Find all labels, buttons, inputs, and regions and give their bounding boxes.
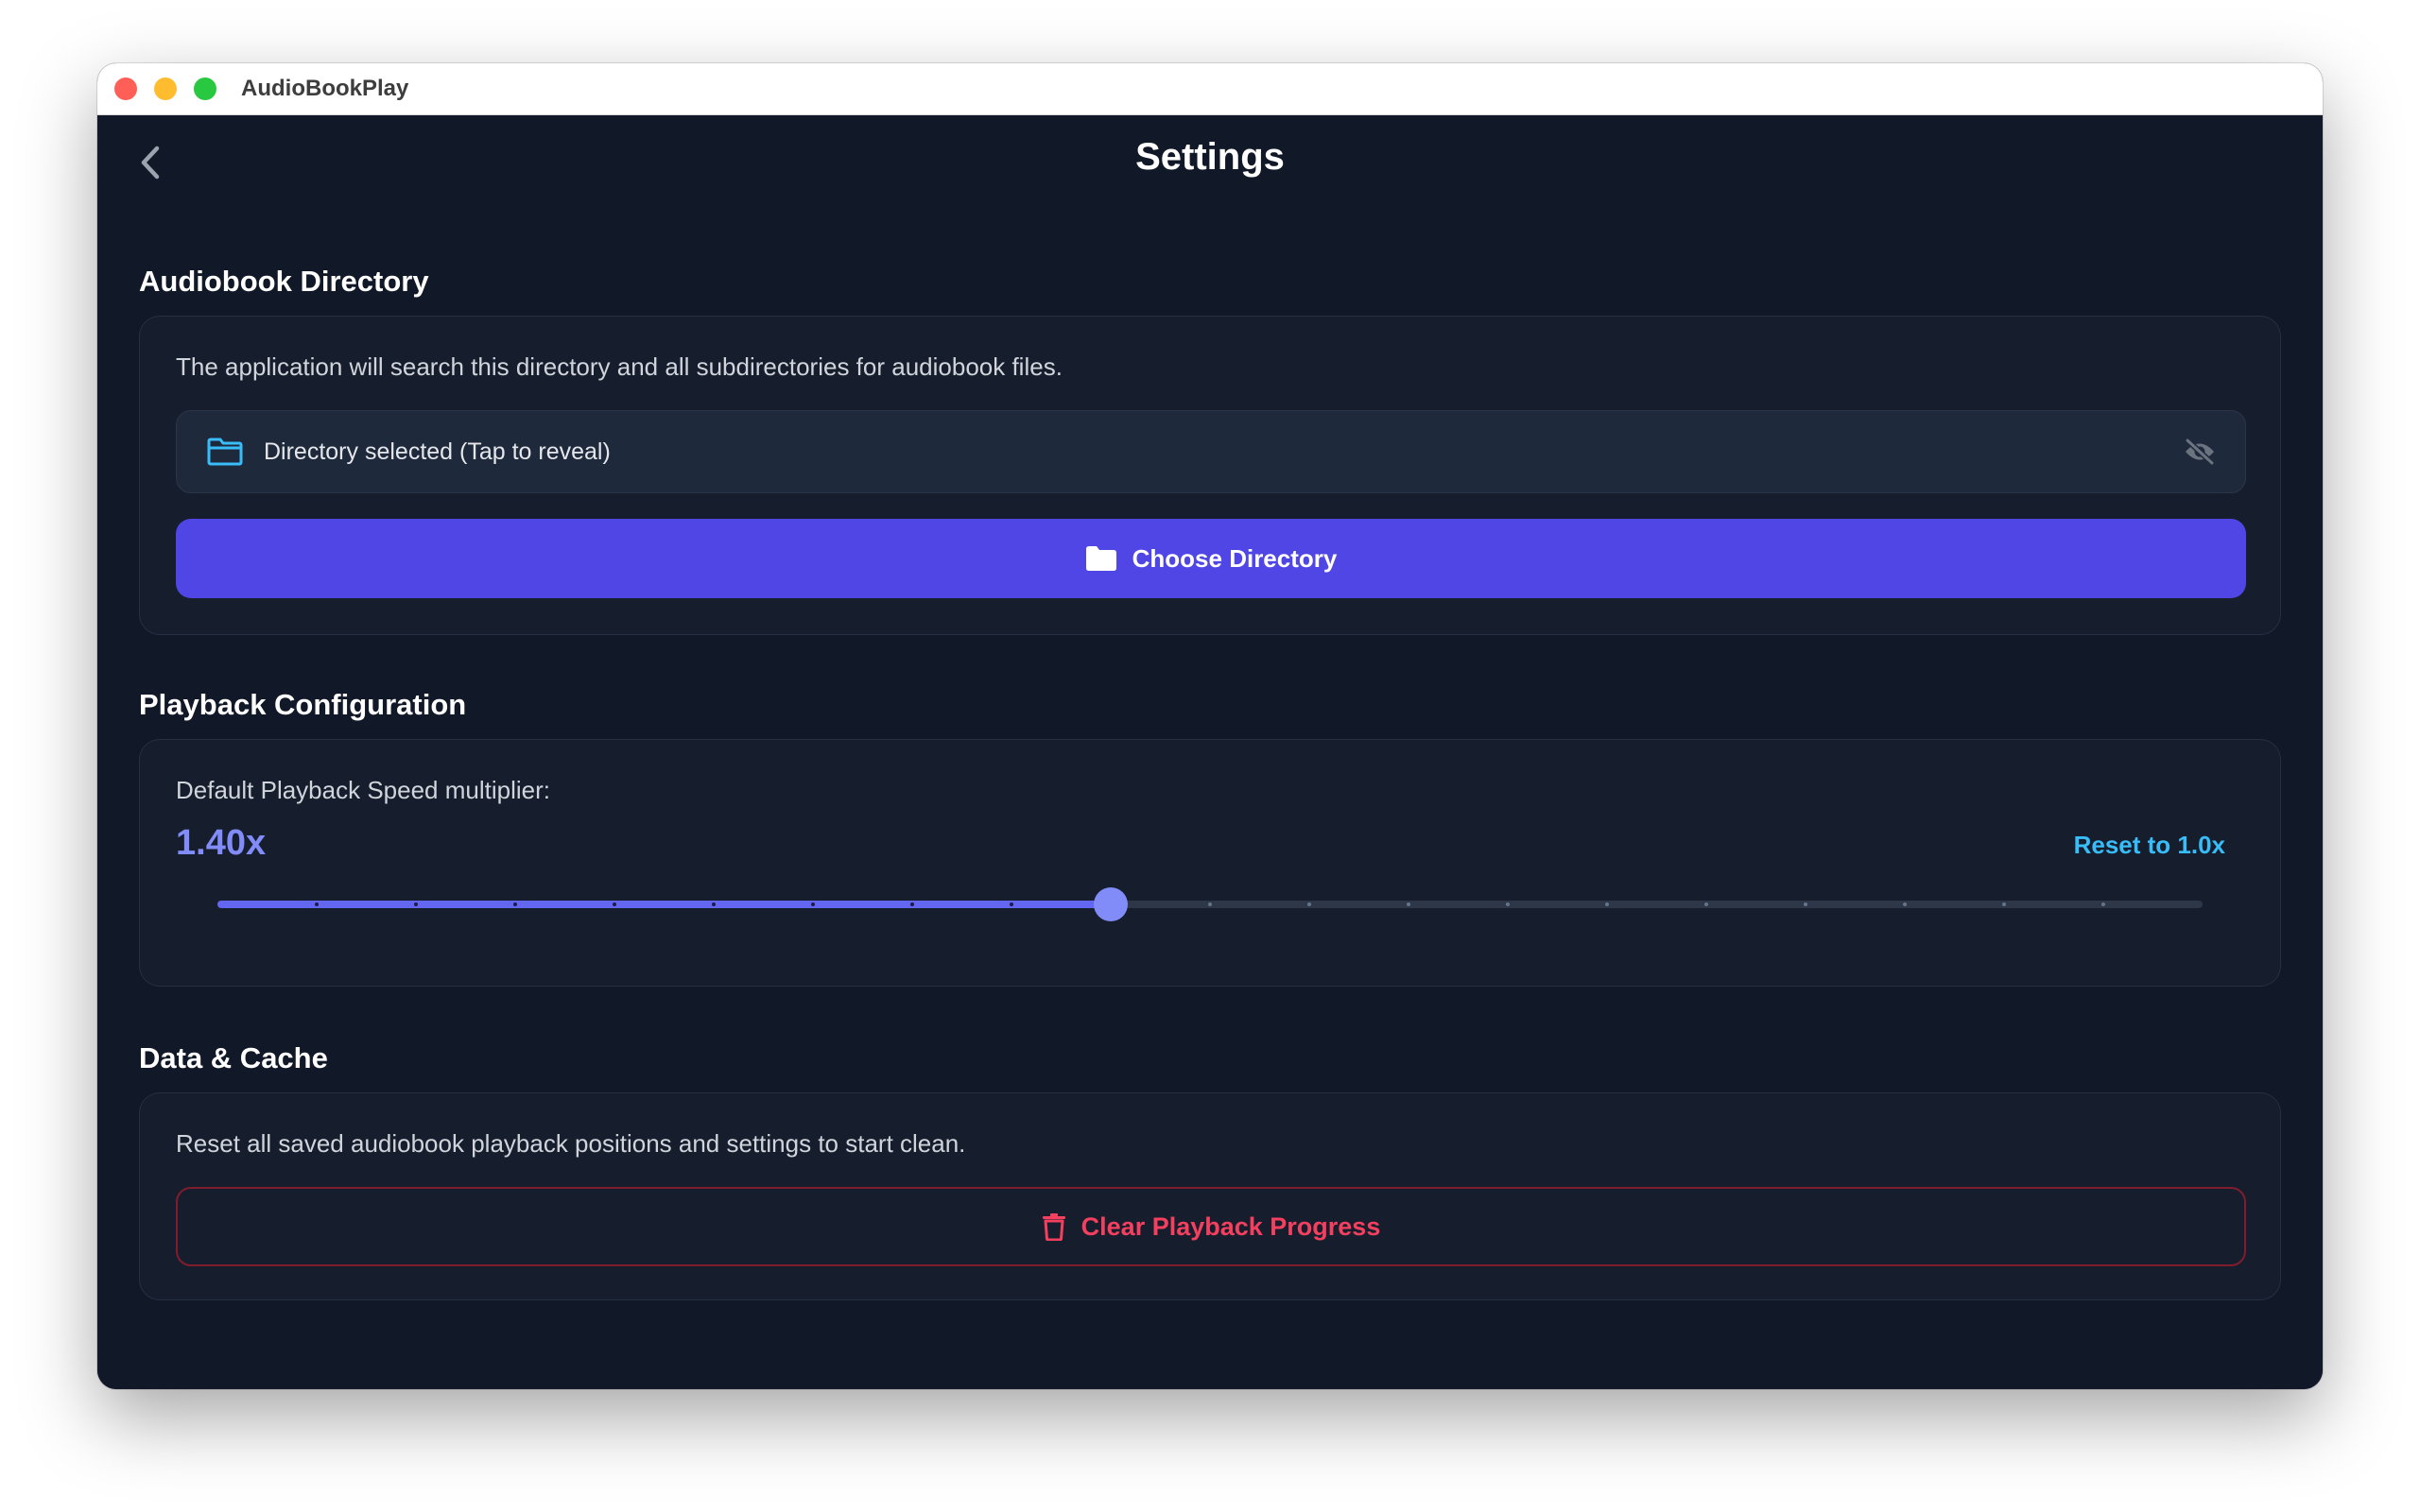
directory-card: The application will search this directo… <box>139 316 2281 635</box>
choose-directory-button[interactable]: Choose Directory <box>176 519 2246 598</box>
slider-tick <box>1307 902 1311 906</box>
clear-progress-button[interactable]: Clear Playback Progress <box>176 1187 2246 1266</box>
slider-tick <box>1208 902 1212 906</box>
page-title: Settings <box>1135 136 1285 178</box>
data-description: Reset all saved audiobook playback posit… <box>176 1129 966 1158</box>
slider-tick <box>811 902 815 906</box>
section-title-directory: Audiobook Directory <box>139 265 429 298</box>
speed-value: 1.40x <box>176 823 267 863</box>
slider-tick <box>2002 902 2006 906</box>
window-title: AudioBookPlay <box>241 76 409 101</box>
settings-page: Settings Audiobook Directory The applica… <box>97 115 2323 1389</box>
slider-tick <box>712 902 716 906</box>
slider-tick <box>1903 902 1907 906</box>
slider-tick <box>1407 902 1410 906</box>
slider-tick <box>414 902 418 906</box>
slider-tick <box>1010 902 1013 906</box>
section-title-data: Data & Cache <box>139 1041 328 1074</box>
slider-tick <box>613 902 616 906</box>
slider-tick <box>513 902 517 906</box>
section-title-playback: Playback Configuration <box>139 688 467 721</box>
slider-fill <box>217 901 1111 908</box>
close-window-button[interactable] <box>114 77 137 100</box>
minimize-window-button[interactable] <box>154 77 177 100</box>
directory-description: The application will search this directo… <box>176 352 1063 381</box>
title-bar: AudioBookPlay <box>97 63 2323 115</box>
slider-tick <box>1506 902 1510 906</box>
slider-tick <box>1804 902 1807 906</box>
playback-card: Default Playback Speed multiplier: 1.40x… <box>139 739 2281 987</box>
directory-field[interactable]: Directory selected (Tap to reveal) <box>176 410 2246 493</box>
zoom-window-button[interactable] <box>194 77 216 100</box>
slider-tick <box>1605 902 1609 906</box>
reset-speed-button[interactable]: Reset to 1.0x <box>2074 831 2225 860</box>
trash-icon <box>1042 1213 1065 1241</box>
slider-tick <box>1704 902 1708 906</box>
folder-icon <box>1085 546 1116 571</box>
eye-off-icon[interactable] <box>2183 438 2217 466</box>
clear-progress-label: Clear Playback Progress <box>1080 1211 1381 1241</box>
slider-tick <box>2101 902 2105 906</box>
slider-tick <box>315 902 319 906</box>
folder-outline-icon <box>207 438 243 466</box>
speed-label: Default Playback Speed multiplier: <box>176 776 550 804</box>
data-card: Reset all saved audiobook playback posit… <box>139 1092 2281 1300</box>
slider-tick <box>910 902 914 906</box>
slider-thumb[interactable] <box>1094 887 1128 921</box>
directory-field-text: Directory selected (Tap to reveal) <box>264 438 611 465</box>
choose-directory-label: Choose Directory <box>1132 543 1338 573</box>
app-window: AudioBookPlay Settings Audiobook Directo… <box>97 63 2323 1389</box>
speed-slider[interactable] <box>217 887 2203 921</box>
